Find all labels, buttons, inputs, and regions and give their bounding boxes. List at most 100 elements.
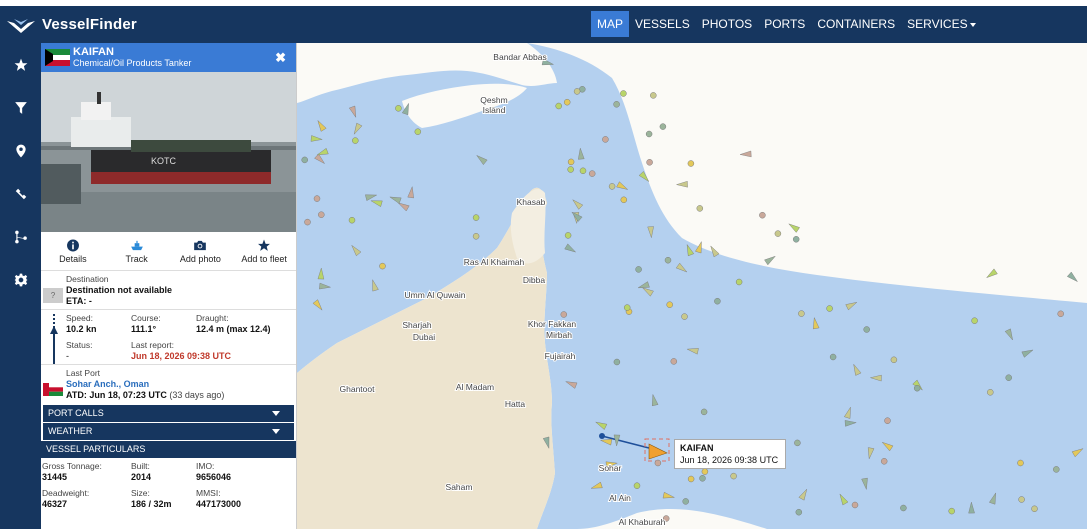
- last-port-link[interactable]: Sohar Anch., Oman: [66, 379, 149, 389]
- details-button[interactable]: Details: [41, 232, 105, 270]
- ais-anchored-marker[interactable]: [664, 256, 672, 264]
- add-photo-button[interactable]: Add photo: [169, 232, 233, 270]
- ais-anchored-marker[interactable]: [863, 326, 870, 333]
- ais-anchored-marker[interactable]: [948, 507, 955, 515]
- ais-anchored-marker[interactable]: [352, 137, 359, 144]
- ais-moving-marker[interactable]: [764, 254, 776, 266]
- ais-anchored-marker[interactable]: [826, 305, 833, 312]
- ais-moving-marker[interactable]: [1066, 271, 1079, 284]
- ais-anchored-marker[interactable]: [613, 358, 621, 366]
- ais-anchored-marker[interactable]: [348, 216, 356, 224]
- ais-moving-marker[interactable]: [787, 221, 800, 233]
- ais-anchored-marker[interactable]: [714, 297, 721, 305]
- ais-anchored-marker[interactable]: [681, 313, 688, 320]
- ais-anchored-marker[interactable]: [730, 472, 737, 480]
- ais-anchored-marker[interactable]: [829, 353, 837, 361]
- ais-anchored-marker[interactable]: [700, 408, 708, 416]
- close-panel-button[interactable]: ✖: [275, 50, 286, 66]
- ais-anchored-marker[interactable]: [682, 498, 689, 505]
- ais-anchored-marker[interactable]: [880, 458, 888, 465]
- ais-anchored-marker[interactable]: [645, 130, 653, 138]
- ais-anchored-marker[interactable]: [472, 214, 480, 221]
- ais-moving-marker[interactable]: [739, 150, 752, 158]
- ais-anchored-marker[interactable]: [735, 278, 743, 286]
- route-tool-button[interactable]: [0, 215, 41, 258]
- ais-anchored-marker[interactable]: [560, 311, 568, 318]
- ais-anchored-marker[interactable]: [666, 301, 673, 308]
- ais-anchored-marker[interactable]: [1053, 466, 1060, 473]
- weather-section[interactable]: WEATHER: [43, 423, 294, 440]
- track-button[interactable]: Track: [105, 232, 169, 270]
- settings-tool-button[interactable]: [0, 258, 41, 301]
- ais-anchored-marker[interactable]: [1057, 310, 1064, 318]
- ais-anchored-marker[interactable]: [890, 356, 898, 364]
- ais-anchored-marker[interactable]: [774, 230, 782, 237]
- ais-anchored-marker[interactable]: [1017, 459, 1024, 467]
- ais-anchored-marker[interactable]: [620, 90, 627, 97]
- ais-anchored-marker[interactable]: [573, 88, 581, 95]
- ais-anchored-marker[interactable]: [987, 389, 994, 396]
- vessel-popup[interactable]: KAIFAN Jun 18, 2026 09:38 UTC: [674, 439, 786, 469]
- ais-anchored-marker[interactable]: [670, 358, 678, 365]
- ais-anchored-marker[interactable]: [313, 195, 321, 202]
- ais-anchored-marker[interactable]: [687, 160, 695, 167]
- ais-anchored-marker[interactable]: [659, 123, 667, 130]
- ais-anchored-marker[interactable]: [602, 136, 609, 143]
- vessel-photo[interactable]: KOTC: [41, 72, 296, 232]
- nav-services[interactable]: SERVICES: [901, 11, 981, 37]
- ais-anchored-marker[interactable]: [588, 170, 596, 177]
- brand-logo[interactable]: VesselFinder: [6, 15, 137, 35]
- nav-ports[interactable]: PORTS: [758, 11, 811, 37]
- ais-anchored-marker[interactable]: [687, 475, 695, 483]
- ais-anchored-marker[interactable]: [567, 158, 575, 166]
- ais-anchored-marker[interactable]: [555, 102, 562, 110]
- ais-moving-marker[interactable]: [985, 268, 998, 280]
- ais-anchored-marker[interactable]: [650, 92, 657, 99]
- ais-anchored-marker[interactable]: [579, 167, 587, 175]
- port-calls-section[interactable]: PORT CALLS: [43, 405, 294, 422]
- ais-anchored-marker[interactable]: [623, 304, 631, 311]
- ais-anchored-marker[interactable]: [699, 475, 706, 482]
- ais-anchored-marker[interactable]: [301, 156, 308, 164]
- ais-anchored-marker[interactable]: [620, 196, 628, 204]
- ais-anchored-marker[interactable]: [304, 218, 311, 226]
- nav-containers[interactable]: CONTAINERS: [811, 11, 901, 37]
- ais-anchored-marker[interactable]: [759, 211, 766, 219]
- ais-anchored-marker[interactable]: [792, 236, 800, 243]
- ais-anchored-marker[interactable]: [794, 439, 801, 447]
- filter-tool-button[interactable]: [0, 86, 41, 129]
- ais-anchored-marker[interactable]: [654, 459, 662, 467]
- ais-moving-marker[interactable]: [675, 180, 688, 188]
- nav-map[interactable]: MAP: [591, 11, 630, 37]
- ais-anchored-marker[interactable]: [613, 101, 620, 108]
- nav-vessels[interactable]: VESSELS: [629, 11, 696, 37]
- satellite-tool-button[interactable]: [0, 172, 41, 215]
- ais-anchored-marker[interactable]: [318, 211, 325, 218]
- ais-anchored-marker[interactable]: [1018, 496, 1025, 503]
- ais-anchored-marker[interactable]: [884, 417, 891, 424]
- ais-anchored-marker[interactable]: [414, 128, 422, 135]
- ais-anchored-marker[interactable]: [395, 105, 402, 112]
- map-view[interactable]: Bandar Abbas Qeshm Island Khasab Ras Al Khai…: [297, 43, 1087, 529]
- ais-anchored-marker[interactable]: [798, 310, 805, 317]
- ais-anchored-marker[interactable]: [795, 508, 803, 516]
- ais-anchored-marker[interactable]: [472, 233, 480, 240]
- ais-anchored-marker[interactable]: [701, 468, 709, 475]
- ais-anchored-marker[interactable]: [1005, 374, 1012, 381]
- ais-anchored-marker[interactable]: [913, 384, 921, 392]
- favorites-tool-button[interactable]: [0, 43, 41, 86]
- ais-anchored-marker[interactable]: [635, 266, 642, 273]
- ais-anchored-marker[interactable]: [564, 232, 572, 239]
- pin-tool-button[interactable]: [0, 129, 41, 172]
- ais-anchored-marker[interactable]: [1031, 505, 1038, 513]
- ais-anchored-marker[interactable]: [567, 166, 574, 173]
- ais-anchored-marker[interactable]: [696, 205, 704, 212]
- ais-anchored-marker[interactable]: [633, 482, 641, 489]
- add-to-fleet-button[interactable]: Add to fleet: [232, 232, 296, 270]
- ais-anchored-marker[interactable]: [563, 98, 571, 106]
- ais-anchored-marker[interactable]: [646, 159, 653, 166]
- ais-anchored-marker[interactable]: [971, 317, 978, 324]
- nav-photos[interactable]: PHOTOS: [696, 11, 758, 37]
- ais-anchored-marker[interactable]: [608, 183, 616, 190]
- ais-anchored-marker[interactable]: [379, 262, 386, 270]
